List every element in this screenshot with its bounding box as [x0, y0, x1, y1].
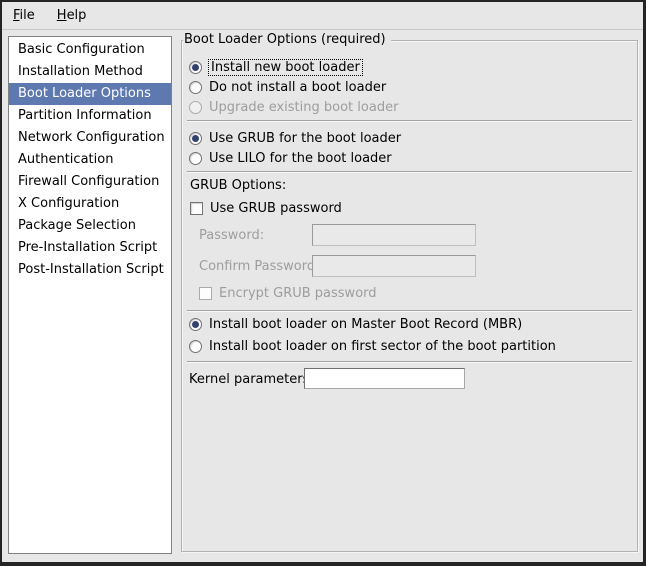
kickstart-configurator-window: File Help Basic Configuration Installati… — [0, 0, 646, 566]
checkbox-icon — [199, 287, 212, 300]
sidebar-item-post-installation-script[interactable]: Post-Installation Script — [9, 259, 171, 281]
sidebar-item-authentication[interactable]: Authentication — [9, 149, 171, 171]
file-menu[interactable]: File — [2, 4, 46, 27]
radio-install-mbr[interactable]: Install boot loader on Master Boot Recor… — [189, 316, 522, 332]
menubar: File Help — [2, 2, 643, 30]
separator — [187, 120, 632, 122]
sidebar-list: Basic Configuration Installation Method … — [8, 36, 172, 554]
sidebar-item-x-configuration[interactable]: X Configuration — [9, 193, 171, 215]
separator — [187, 310, 632, 312]
sidebar-item-boot-loader-options[interactable]: Boot Loader Options — [9, 83, 171, 105]
radio-use-lilo[interactable]: Use LILO for the boot loader — [189, 150, 392, 166]
radio-button-icon — [189, 152, 202, 165]
password-input — [312, 224, 476, 246]
kernel-parameters-label: Kernel parameters: — [189, 372, 314, 388]
radio-install-new-boot-loader[interactable]: Install new boot loader — [189, 59, 362, 75]
use-grub-password-checkbox[interactable]: Use GRUB password — [190, 200, 342, 216]
help-menu[interactable]: Help — [46, 4, 98, 27]
radio-button-icon — [189, 61, 202, 74]
sidebar-item-partition-information[interactable]: Partition Information — [9, 105, 171, 127]
radio-button-icon — [189, 340, 202, 353]
radio-install-first-sector[interactable]: Install boot loader on first sector of t… — [189, 338, 556, 354]
radio-do-not-install-boot-loader[interactable]: Do not install a boot loader — [189, 79, 386, 95]
boot-loader-options-panel: Boot Loader Options (required) Install n… — [181, 40, 638, 552]
sidebar-item-installation-method[interactable]: Installation Method — [9, 61, 171, 83]
kernel-parameters-input[interactable] — [304, 368, 465, 389]
sidebar-item-pre-installation-script[interactable]: Pre-Installation Script — [9, 237, 171, 259]
confirm-password-input — [312, 255, 476, 277]
sidebar-item-basic-configuration[interactable]: Basic Configuration — [9, 39, 171, 61]
sidebar-item-network-configuration[interactable]: Network Configuration — [9, 127, 171, 149]
radio-button-icon — [189, 101, 202, 114]
separator — [187, 361, 632, 363]
panel-title: Boot Loader Options (required) — [183, 32, 391, 48]
sidebar-item-firewall-configuration[interactable]: Firewall Configuration — [9, 171, 171, 193]
radio-button-icon — [189, 132, 202, 145]
grub-options-label: GRUB Options: — [190, 178, 286, 194]
checkbox-icon — [190, 202, 203, 215]
radio-use-grub[interactable]: Use GRUB for the boot loader — [189, 130, 401, 146]
separator — [187, 171, 632, 173]
password-label: Password: — [199, 228, 264, 244]
radio-button-icon — [189, 81, 202, 94]
radio-button-icon — [189, 318, 202, 331]
confirm-password-label: Confirm Password: — [199, 259, 319, 275]
radio-upgrade-existing-boot-loader: Upgrade existing boot loader — [189, 99, 398, 115]
sidebar-item-package-selection[interactable]: Package Selection — [9, 215, 171, 237]
encrypt-grub-password-checkbox: Encrypt GRUB password — [199, 285, 377, 301]
